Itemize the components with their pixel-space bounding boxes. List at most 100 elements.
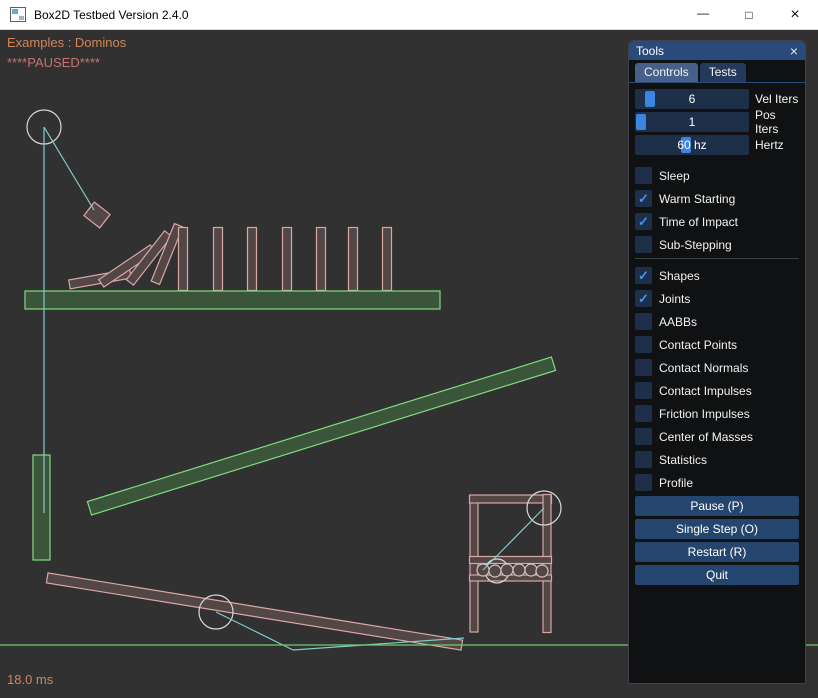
checkbox-label: Statistics (659, 453, 707, 467)
checkbox-warm-starting[interactable]: ✓ Warm Starting (635, 189, 799, 208)
static-body-rect (33, 455, 50, 560)
minimize-icon: — (697, 6, 709, 20)
checkbox-shapes[interactable]: ✓ Shapes (635, 266, 799, 285)
dynamic-body-rect (470, 497, 478, 632)
ball-circle (501, 564, 513, 576)
slider-value: 6 (635, 89, 749, 109)
checkbox-contact-normals[interactable]: ✓ Contact Normals (635, 358, 799, 377)
vel-iters-row: 6 Vel Iters (635, 89, 799, 109)
checkbox-box[interactable]: ✓ (635, 428, 652, 445)
checkbox-contact-points[interactable]: ✓ Contact Points (635, 335, 799, 354)
checkbox-aabbs[interactable]: ✓ AABBs (635, 312, 799, 331)
checkbox-box[interactable]: ✓ (635, 451, 652, 468)
dynamic-body-rect (248, 228, 257, 291)
ball-circle (489, 565, 501, 577)
dynamic-body-rect (84, 202, 110, 228)
checkbox-label: Contact Normals (659, 361, 748, 375)
pos-iters-slider[interactable]: 1 (635, 112, 749, 132)
ball-circle (525, 564, 537, 576)
checkbox-label: Sub-Stepping (659, 238, 732, 252)
checkbox-friction-impulses[interactable]: ✓ Friction Impulses (635, 404, 799, 423)
checkbox-box[interactable]: ✓ (635, 167, 652, 184)
checkbox-box[interactable]: ✓ (635, 405, 652, 422)
tools-panel-body: 6 Vel Iters 1 Pos Iters 60 hz (629, 83, 805, 585)
maximize-button[interactable]: □ (726, 0, 772, 30)
pause-button[interactable]: Pause (P) (635, 496, 799, 516)
checkbox-box[interactable]: ✓ (635, 267, 652, 284)
spacer (635, 158, 799, 166)
dynamic-body-rect (317, 228, 326, 291)
quit-button[interactable]: Quit (635, 565, 799, 585)
separator (635, 258, 799, 259)
checkbox-box[interactable]: ✓ (635, 213, 652, 230)
window-controls: — □ × (680, 0, 818, 30)
checkbox-statistics[interactable]: ✓ Statistics (635, 450, 799, 469)
checkbox-box[interactable]: ✓ (635, 236, 652, 253)
single-step-button[interactable]: Single Step (O) (635, 519, 799, 539)
restart-button[interactable]: Restart (R) (635, 542, 799, 562)
checkbox-box[interactable]: ✓ (635, 359, 652, 376)
pos-iters-row: 1 Pos Iters (635, 112, 799, 132)
joint-line (44, 127, 94, 210)
hertz-row: 60 hz Hertz (635, 135, 799, 155)
checkbox-label: Center of Masses (659, 430, 753, 444)
app-window: Box2D Testbed Version 2.4.0 — □ × Exampl… (0, 0, 818, 698)
check-icon: ✓ (638, 215, 649, 228)
check-icon: ✓ (638, 292, 649, 305)
checkbox-label: Contact Points (659, 338, 737, 352)
slider-value: 1 (635, 112, 749, 132)
close-button[interactable]: × (772, 0, 818, 30)
check-icon: ✓ (638, 192, 649, 205)
checkbox-center-of-masses[interactable]: ✓ Center of Masses (635, 427, 799, 446)
dynamic-body-rect (283, 228, 292, 291)
checkbox-label: AABBs (659, 315, 697, 329)
ball-circle (536, 565, 548, 577)
checkbox-label: Friction Impulses (659, 407, 750, 421)
checkbox-box[interactable]: ✓ (635, 190, 652, 207)
static-body-rect (87, 357, 555, 515)
checkbox-joints[interactable]: ✓ Joints (635, 289, 799, 308)
checkbox-label: Warm Starting (659, 192, 735, 206)
maximize-icon: □ (745, 8, 752, 22)
checkbox-box[interactable]: ✓ (635, 290, 652, 307)
panel-buttons: Pause (P) Single Step (O) Restart (R) Quit (635, 496, 799, 585)
checkbox-box[interactable]: ✓ (635, 313, 652, 330)
close-icon: × (790, 6, 799, 24)
ball-circle (513, 564, 525, 576)
checkbox-box[interactable]: ✓ (635, 474, 652, 491)
vel-iters-slider[interactable]: 6 (635, 89, 749, 109)
checkbox-profile[interactable]: ✓Profile (635, 473, 799, 492)
window-titlebar[interactable]: Box2D Testbed Version 2.4.0 — □ × (0, 0, 818, 30)
checkbox-label: Joints (659, 292, 690, 306)
panel-close-button[interactable]: × (790, 44, 798, 58)
checkbox-sub-stepping[interactable]: ✓ Sub-Stepping (635, 235, 799, 254)
slider-value: 60 hz (635, 135, 749, 155)
dynamic-body-rect (179, 228, 188, 291)
checkbox-contact-impulses[interactable]: ✓ Contact Impulses (635, 381, 799, 400)
checkbox-label: Contact Impulses (659, 384, 752, 398)
slider-label: Vel Iters (755, 92, 798, 106)
checkbox-sleep[interactable]: ✓ Sleep (635, 166, 799, 185)
checkbox-label: Shapes (659, 269, 700, 283)
app-icon (10, 7, 26, 22)
tools-panel-title: Tools (636, 44, 664, 58)
check-icon: ✓ (638, 269, 649, 282)
tools-panel-header[interactable]: Tools × (629, 41, 805, 60)
tab-tests[interactable]: Tests (700, 63, 746, 82)
checkbox-box[interactable]: ✓ (635, 382, 652, 399)
checkbox-time-of-impact[interactable]: ✓ Time of Impact (635, 212, 799, 231)
dynamic-body-rect (214, 228, 223, 291)
tab-controls[interactable]: Controls (635, 63, 698, 82)
checkbox-label: Sleep (659, 169, 690, 183)
dynamic-body-rect (470, 557, 552, 564)
static-body-rect (25, 291, 440, 309)
dynamic-body-rect (46, 573, 462, 650)
checkbox-label: Time of Impact (659, 215, 738, 229)
tools-tabbar: Controls Tests (629, 60, 805, 83)
checkbox-groups: ✓ Sleep ✓ Warm Starting ✓ Time of Impact ✓ Sub-… (635, 166, 799, 492)
checkbox-box[interactable]: ✓ (635, 336, 652, 353)
dynamic-body-rect (349, 228, 358, 291)
minimize-button[interactable]: — (680, 0, 726, 30)
hertz-slider[interactable]: 60 hz (635, 135, 749, 155)
simulation-canvas[interactable]: Examples : Dominos ****PAUSED**** 18.0 m… (0, 30, 818, 698)
